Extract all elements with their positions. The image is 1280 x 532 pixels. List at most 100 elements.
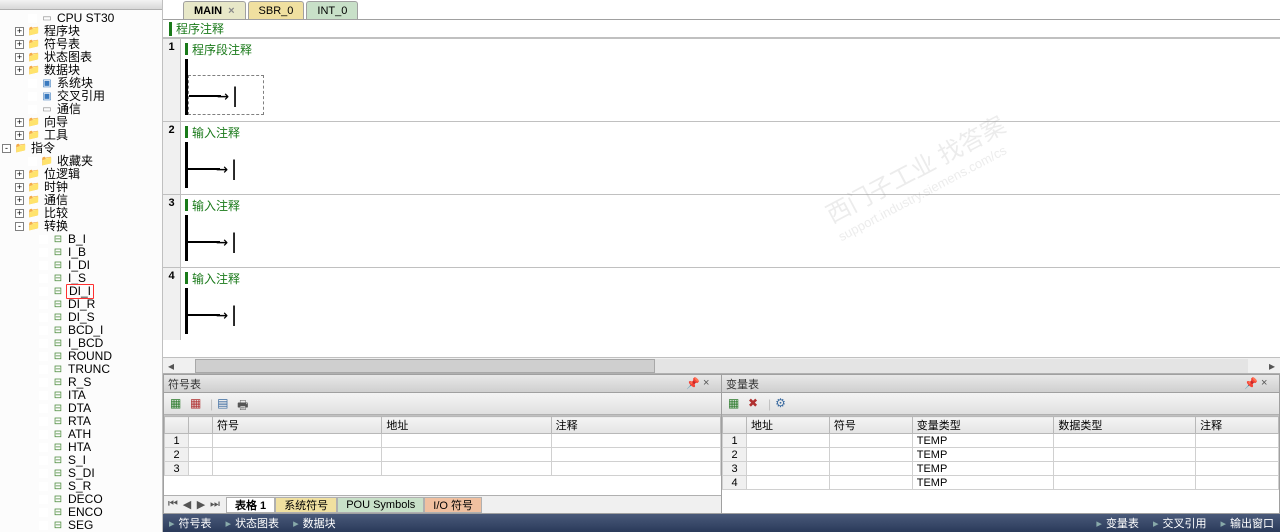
expand-icon[interactable]: + [15,118,24,127]
tree-item-通信[interactable]: ▭通信 [0,103,162,116]
network-3[interactable]: 3输入注释→| [163,194,1280,267]
table-row[interactable]: 2TEMP [723,448,1279,462]
col-header[interactable]: 符号 [213,417,382,434]
symbol-table-tabs[interactable]: ⏮ ◀ ▶ ⏭ 表格 1系统符号POU SymbolsI/O 符号 [164,495,721,513]
sheet-tab-POU Symbols[interactable]: POU Symbols [337,497,424,513]
network-1[interactable]: 1程序段注释→| [163,38,1280,121]
pin-icon[interactable]: 📌 [1244,377,1258,391]
tree-item-工具[interactable]: +📁工具 [0,129,162,142]
expand-icon[interactable]: + [15,209,24,218]
tree-item-程序块[interactable]: +📁程序块 [0,25,162,38]
col-header[interactable]: 符号 [829,417,912,434]
rung[interactable]: →| [185,215,1276,261]
col-header[interactable]: 地址 [382,417,551,434]
rung[interactable]: →| [185,142,1276,188]
table-row[interactable]: 2 [165,448,721,462]
network-4[interactable]: 4输入注释→| [163,267,1280,340]
sheet-tab-系统符号[interactable]: 系统符号 [275,497,337,513]
table-row[interactable]: 3 [165,462,721,476]
network-2[interactable]: 2输入注释→| [163,121,1280,194]
col-header[interactable]: 变量类型 [912,417,1054,434]
collapse-icon[interactable]: - [2,144,11,153]
network-comment[interactable]: 输入注释 [185,124,1276,140]
pin-icon[interactable]: 📌 [686,377,700,391]
tree-item-SEG[interactable]: ⊟SEG [0,519,162,532]
insert-row-icon[interactable]: ▦ [728,396,744,412]
status-item[interactable]: 变量表 [1096,515,1139,531]
delete-row-icon[interactable]: ✖ [748,396,764,412]
expand-icon[interactable]: + [15,196,24,205]
status-item[interactable]: 状态图表 [226,515,280,531]
close-icon[interactable]: × [1261,377,1275,391]
expand-icon[interactable]: + [15,27,24,36]
program-comment-text: 程序注释 [176,20,224,37]
network-comment[interactable]: 程序段注释 [185,41,1276,57]
tab-MAIN[interactable]: MAIN× [183,1,246,19]
tree-item-通信[interactable]: +📁通信 [0,194,162,207]
expand-icon[interactable]: + [15,53,24,62]
tree-item-收藏夹[interactable]: 📁收藏夹 [0,155,162,168]
col-header[interactable] [189,417,213,434]
tab-SBR_0[interactable]: SBR_0 [248,1,305,19]
close-icon[interactable]: × [228,5,234,17]
inst-icon: ⊟ [50,325,66,337]
status-item[interactable]: 数据块 [293,515,336,531]
expand-icon[interactable]: + [15,131,24,140]
sheet-tab-I/O 符号[interactable]: I/O 符号 [424,497,482,513]
tab-prev-icon[interactable]: ◀ [180,498,194,511]
status-item[interactable]: 输出窗口 [1220,515,1274,531]
inst-icon: ⊟ [50,390,66,402]
scroll-right-arrow[interactable]: ▸ [1264,359,1280,373]
ladder-networks[interactable]: 西门子工业 找答案 support.industry.siemens.com/c… [163,38,1280,357]
rung[interactable]: →| [185,288,1276,334]
tree-item-时钟[interactable]: +📁时钟 [0,181,162,194]
network-comment[interactable]: 输入注释 [185,197,1276,213]
status-item[interactable]: 交叉引用 [1153,515,1207,531]
print-icon[interactable]: 🖶 [237,396,253,412]
sheet-tab-表格 1[interactable]: 表格 1 [226,497,275,513]
rung[interactable]: →| [185,59,1276,115]
tree-item-CPU ST30[interactable]: ▭CPU ST30 [0,12,162,25]
editor-hscrollbar[interactable]: ◂ ▸ [163,357,1280,373]
network-comment[interactable]: 输入注释 [185,270,1276,286]
close-icon[interactable]: × [703,377,717,391]
tab-INT_0[interactable]: INT_0 [306,1,358,19]
tree-item-位逻辑[interactable]: +📁位逻辑 [0,168,162,181]
tree-item-向导[interactable]: +📁向导 [0,116,162,129]
tree-item-比较[interactable]: +📁比较 [0,207,162,220]
inst-icon: ⊟ [50,442,66,454]
tab-first-icon[interactable]: ⏮ [166,498,180,511]
collapse-icon[interactable]: - [15,222,24,231]
status-item[interactable]: 符号表 [169,515,212,531]
sort-icon[interactable]: ▤ [217,396,233,412]
expand-icon[interactable]: + [15,170,24,179]
scroll-track[interactable] [195,359,1248,373]
insert-row-icon[interactable]: ▦ [170,396,186,412]
scroll-thumb[interactable] [195,359,655,373]
expand-icon[interactable]: + [15,183,24,192]
tab-last-icon[interactable]: ⏭ [208,498,222,511]
col-header[interactable]: 地址 [747,417,830,434]
build-icon[interactable]: ⚙ [775,396,791,412]
symbol-table-grid[interactable]: 符号地址注释 123 [164,415,721,495]
delete-row-icon[interactable]: ▦ [190,396,206,412]
tree-item-交叉引用[interactable]: ▣交叉引用 [0,90,162,103]
table-row[interactable]: 1TEMP [723,434,1279,448]
expand-icon[interactable]: + [15,40,24,49]
col-header[interactable] [165,417,189,434]
variable-table-grid[interactable]: 地址符号变量类型数据类型注释 1TEMP2TEMP3TEMP4TEMP [722,415,1279,513]
col-header[interactable]: 注释 [551,417,720,434]
table-row[interactable]: 3TEMP [723,462,1279,476]
col-header[interactable]: 注释 [1196,417,1279,434]
project-tree[interactable]: ▭CPU ST30+📁程序块+📁符号表+📁状态图表+📁数据块▣系统块▣交叉引用▭… [0,10,162,532]
expand-icon[interactable]: + [15,66,24,75]
scroll-left-arrow[interactable]: ◂ [163,359,179,373]
editor-tabs[interactable]: MAIN×SBR_0INT_0 [163,0,1280,20]
tab-next-icon[interactable]: ▶ [194,498,208,511]
tree-item-状态图表[interactable]: +📁状态图表 [0,51,162,64]
col-header[interactable]: 数据类型 [1054,417,1196,434]
table-row[interactable]: 4TEMP [723,476,1279,490]
table-row[interactable]: 1 [165,434,721,448]
program-comment-bar[interactable]: 程序注释 [163,20,1280,38]
col-header[interactable] [723,417,747,434]
